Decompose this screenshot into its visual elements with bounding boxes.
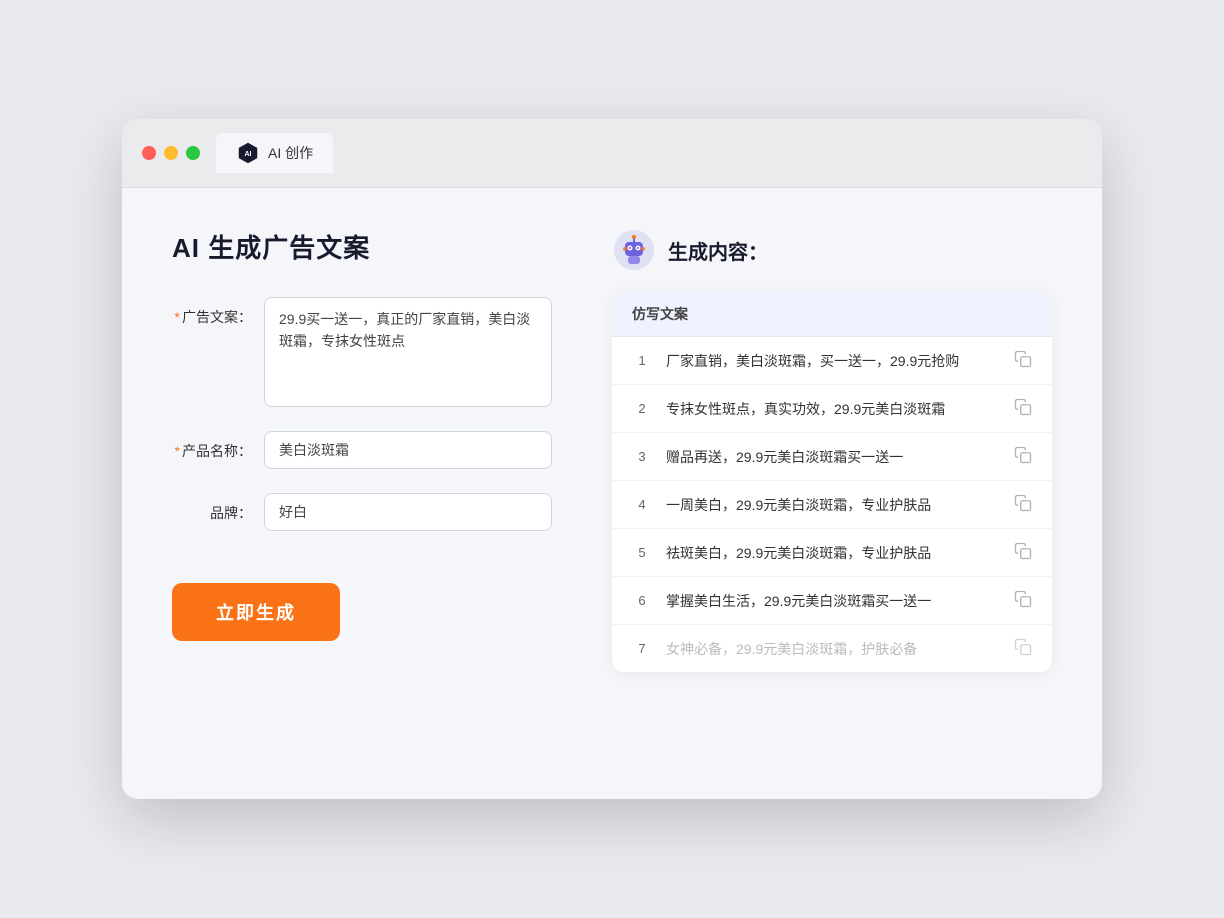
traffic-lights	[142, 146, 200, 160]
row-number: 7	[632, 641, 652, 656]
copy-button[interactable]	[1014, 542, 1032, 563]
right-panel: 生成内容： 仿写文案 1 厂家直销，美白淡斑霜，买一送一，29.9元抢购 2 专抹女性…	[612, 228, 1052, 672]
table-row: 1 厂家直销，美白淡斑霜，买一送一，29.9元抢购	[612, 337, 1052, 385]
table-header: 仿写文案	[612, 292, 1052, 337]
table-row: 3 赠品再送，29.9元美白淡斑霜买一送一	[612, 433, 1052, 481]
tab-ai-creation[interactable]: AI AI 创作	[216, 133, 333, 173]
row-number: 3	[632, 449, 652, 464]
table-row: 7 女神必备，29.9元美白淡斑霜，护肤必备	[612, 625, 1052, 672]
browser-window: AI AI 创作 AI 生成广告文案 *广告文案： *产品名称：	[122, 119, 1102, 799]
copy-icon	[1014, 350, 1032, 368]
ad-copy-group: *广告文案：	[172, 297, 552, 407]
close-button[interactable]	[142, 146, 156, 160]
copy-icon	[1014, 494, 1032, 512]
robot-icon	[612, 228, 656, 272]
row-text: 一周美白，29.9元美白淡斑霜，专业护肤品	[666, 495, 1000, 515]
copy-icon	[1014, 446, 1032, 464]
row-text: 掌握美白生活，29.9元美白淡斑霜买一送一	[666, 591, 1000, 611]
brand-group: 品牌：	[172, 493, 552, 531]
ad-copy-input[interactable]	[264, 297, 552, 407]
svg-text:AI: AI	[245, 151, 252, 158]
brand-label: 品牌：	[172, 493, 252, 523]
copy-icon	[1014, 398, 1032, 416]
maximize-button[interactable]	[186, 146, 200, 160]
copy-button[interactable]	[1014, 350, 1032, 371]
ad-copy-label: *广告文案：	[172, 297, 252, 327]
results-table: 仿写文案 1 厂家直销，美白淡斑霜，买一送一，29.9元抢购 2 专抹女性斑点，真实功…	[612, 292, 1052, 672]
product-name-group: *产品名称：	[172, 431, 552, 469]
table-row: 2 专抹女性斑点，真实功效，29.9元美白淡斑霜	[612, 385, 1052, 433]
row-text: 厂家直销，美白淡斑霜，买一送一，29.9元抢购	[666, 351, 1000, 371]
brand-input[interactable]	[264, 493, 552, 531]
product-name-input[interactable]	[264, 431, 552, 469]
minimize-button[interactable]	[164, 146, 178, 160]
copy-button[interactable]	[1014, 494, 1032, 515]
titlebar: AI AI 创作	[122, 119, 1102, 188]
result-header: 生成内容：	[612, 228, 1052, 272]
row-text: 祛斑美白，29.9元美白淡斑霜，专业护肤品	[666, 543, 1000, 563]
row-number: 2	[632, 401, 652, 416]
row-number: 4	[632, 497, 652, 512]
result-title: 生成内容：	[668, 236, 768, 265]
copy-button[interactable]	[1014, 638, 1032, 659]
table-row: 5 祛斑美白，29.9元美白淡斑霜，专业护肤品	[612, 529, 1052, 577]
results-list: 1 厂家直销，美白淡斑霜，买一送一，29.9元抢购 2 专抹女性斑点，真实功效，29.…	[612, 337, 1052, 672]
table-row: 6 掌握美白生活，29.9元美白淡斑霜买一送一	[612, 577, 1052, 625]
row-number: 1	[632, 353, 652, 368]
copy-icon	[1014, 638, 1032, 656]
copy-icon	[1014, 542, 1032, 560]
row-text: 赠品再送，29.9元美白淡斑霜买一送一	[666, 447, 1000, 467]
page-title: AI 生成广告文案	[172, 228, 552, 265]
row-number: 5	[632, 545, 652, 560]
product-name-label: *产品名称：	[172, 431, 252, 461]
left-panel: AI 生成广告文案 *广告文案： *产品名称： 品牌： 立即生成	[172, 228, 552, 672]
row-text: 专抹女性斑点，真实功效，29.9元美白淡斑霜	[666, 399, 1000, 419]
ad-copy-required: *	[175, 309, 180, 325]
copy-button[interactable]	[1014, 398, 1032, 419]
main-content: AI 生成广告文案 *广告文案： *产品名称： 品牌： 立即生成	[122, 188, 1102, 712]
copy-icon	[1014, 590, 1032, 608]
product-name-required: *	[175, 443, 180, 459]
row-text: 女神必备，29.9元美白淡斑霜，护肤必备	[666, 639, 1000, 659]
row-number: 6	[632, 593, 652, 608]
generate-button[interactable]: 立即生成	[172, 583, 340, 641]
copy-button[interactable]	[1014, 446, 1032, 467]
table-row: 4 一周美白，29.9元美白淡斑霜，专业护肤品	[612, 481, 1052, 529]
tab-title-label: AI 创作	[268, 143, 313, 163]
copy-button[interactable]	[1014, 590, 1032, 611]
ai-tab-icon: AI	[236, 141, 260, 165]
